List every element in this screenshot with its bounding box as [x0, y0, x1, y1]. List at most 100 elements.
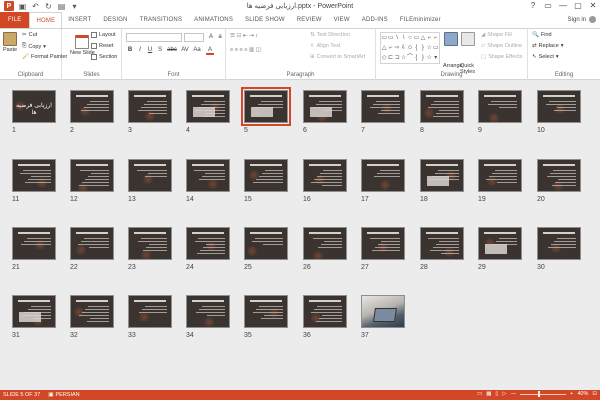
- sign-in-link[interactable]: Sign in: [568, 16, 596, 23]
- section-button[interactable]: Section: [91, 54, 117, 60]
- tab-review[interactable]: REVIEW: [291, 12, 328, 28]
- reading-view-icon[interactable]: ▯: [495, 391, 498, 397]
- minimize-button[interactable]: —: [558, 1, 568, 10]
- character-spacing-button[interactable]: AV: [180, 47, 190, 55]
- tab-file[interactable]: FILE: [0, 12, 30, 28]
- slide-thumbnail[interactable]: [128, 295, 172, 328]
- slide-thumbnail[interactable]: [303, 295, 347, 328]
- shape-effects-button[interactable]: ▢ Shape Effects: [481, 54, 522, 60]
- slide-thumbnail[interactable]: [478, 227, 522, 260]
- slide-thumbnail[interactable]: [128, 227, 172, 260]
- slide-sorter-view-icon[interactable]: ▦: [486, 391, 491, 397]
- zoom-level[interactable]: 40%: [577, 391, 588, 397]
- text-direction-button[interactable]: ⇅ Text Direction: [310, 32, 350, 38]
- start-from-beginning-icon[interactable]: ▤: [57, 2, 66, 11]
- tab-insert[interactable]: INSERT: [62, 12, 97, 28]
- slide-thumbnail[interactable]: [420, 159, 464, 192]
- slide-thumbnail[interactable]: [478, 90, 522, 123]
- slide-thumbnail[interactable]: [537, 159, 581, 192]
- undo-icon[interactable]: ↶: [31, 2, 40, 11]
- slide-thumbnail[interactable]: [478, 159, 522, 192]
- slide-thumbnail[interactable]: [70, 295, 114, 328]
- paste-button[interactable]: Paste: [3, 32, 17, 53]
- shapes-gallery[interactable]: ▭ ▭ \ \ ○ ▭ △ ⌐ ⌐ △ ⌐ ⇨ ⇩ ✩{} ☆ ▭ ◇ ⊏ ⊐ ☆ ⌒{} ☆ ▾: [380, 32, 440, 64]
- cut-button[interactable]: ✂ Cut: [22, 32, 37, 38]
- slide-thumbnail[interactable]: [303, 159, 347, 192]
- quick-styles-button[interactable]: Quick Styles: [460, 63, 482, 75]
- grow-font-icon[interactable]: A: [207, 34, 215, 42]
- slide-thumbnail[interactable]: [361, 159, 405, 192]
- slide-thumbnail[interactable]: [537, 90, 581, 123]
- copy-dropdown-icon[interactable]: ▾: [43, 44, 46, 50]
- slide-thumbnail[interactable]: [128, 159, 172, 192]
- strikethrough-button[interactable]: abc: [166, 47, 178, 55]
- font-size-combobox[interactable]: [184, 33, 204, 42]
- select-dropdown-icon[interactable]: ▾: [556, 54, 559, 60]
- shape-outline-button[interactable]: ▱ Shape Outline: [481, 43, 522, 49]
- alignment-buttons[interactable]: ≡ ≡ ≡ ≡ ▥ ◫: [230, 47, 261, 53]
- shrink-font-icon[interactable]: a: [216, 34, 224, 42]
- normal-view-icon[interactable]: ▭: [477, 391, 482, 397]
- fit-to-window-icon[interactable]: ⊡: [592, 391, 597, 397]
- redo-icon[interactable]: ↻: [44, 2, 53, 11]
- change-case-button[interactable]: Aa: [192, 47, 202, 55]
- copy-button[interactable]: ⎘ Copy ▾: [22, 43, 46, 50]
- zoom-in-button[interactable]: +: [570, 391, 573, 397]
- ribbon-display-button[interactable]: ▭: [543, 1, 553, 10]
- tab-add-ins[interactable]: ADD-INS: [356, 12, 394, 28]
- bold-button[interactable]: B: [126, 47, 134, 55]
- shape-gallery-item[interactable]: ▭: [433, 43, 439, 53]
- slide-thumbnail[interactable]: [70, 227, 114, 260]
- shape-gallery-item[interactable]: ⌐: [433, 33, 439, 43]
- tab-view[interactable]: VIEW: [328, 12, 356, 28]
- slide-thumbnail[interactable]: [241, 87, 291, 126]
- layout-button[interactable]: Layout: [91, 32, 116, 38]
- slide-thumbnail[interactable]: [128, 90, 172, 123]
- tab-design[interactable]: DESIGN: [97, 12, 133, 28]
- font-family-combobox[interactable]: [126, 33, 182, 42]
- slide-thumbnail[interactable]: [12, 227, 56, 260]
- tab-fileminimizer[interactable]: FILEminimizer: [394, 12, 447, 28]
- tab-animations[interactable]: ANIMATIONS: [188, 12, 239, 28]
- language-status[interactable]: ▣ PERSIAN: [48, 392, 79, 398]
- shadow-button[interactable]: S: [156, 47, 164, 55]
- save-icon[interactable]: ▣: [18, 2, 27, 11]
- find-button[interactable]: 🔍 Find: [532, 32, 552, 38]
- italic-button[interactable]: I: [136, 47, 144, 55]
- arrange-icon-btn[interactable]: [444, 32, 458, 46]
- slide-thumbnail[interactable]: [361, 90, 405, 123]
- shape-fill-button[interactable]: ◢ Shape Fill: [481, 32, 512, 38]
- slide-thumbnail[interactable]: [244, 159, 288, 192]
- slide-thumbnail[interactable]: ارزیابی فرضیه ها: [12, 90, 56, 123]
- close-button[interactable]: ✕: [588, 1, 598, 10]
- slide-thumbnail[interactable]: [70, 90, 114, 123]
- slide-thumbnail[interactable]: [186, 227, 230, 260]
- replace-dropdown-icon[interactable]: ▾: [561, 43, 564, 49]
- slide-thumbnail[interactable]: [303, 227, 347, 260]
- font-color-button[interactable]: A: [206, 47, 214, 55]
- select-button[interactable]: ↖ Select ▾: [532, 54, 559, 60]
- slide-thumbnail[interactable]: [244, 295, 288, 328]
- align-text-button[interactable]: ⇳ Align Text: [310, 43, 340, 49]
- slide-thumbnail[interactable]: [70, 159, 114, 192]
- tab-home[interactable]: HOME: [29, 12, 63, 28]
- shape-gallery-item[interactable]: ▾: [433, 53, 439, 63]
- slide-thumbnail[interactable]: [361, 227, 405, 260]
- underline-button[interactable]: U: [146, 47, 154, 55]
- tab-transitions[interactable]: TRANSITIONS: [134, 12, 189, 28]
- slide-thumbnail[interactable]: [186, 90, 230, 123]
- slide-thumbnail[interactable]: [12, 159, 56, 192]
- slide-thumbnail[interactable]: [361, 295, 405, 328]
- quick-styles-icon-btn[interactable]: [461, 32, 475, 46]
- slide-thumbnail[interactable]: [12, 295, 56, 328]
- slide-thumbnail[interactable]: [186, 159, 230, 192]
- bullets-button[interactable]: ☰ ☷ ⇤ ⇥ ↕: [230, 33, 258, 39]
- format-painter-button[interactable]: 🖌 Format Painter: [22, 54, 67, 60]
- zoom-slider[interactable]: [520, 390, 567, 397]
- reset-button[interactable]: Reset: [91, 43, 113, 49]
- zoom-slider-thumb[interactable]: [537, 390, 540, 397]
- slide-thumbnail[interactable]: [420, 90, 464, 123]
- slide-thumbnail[interactable]: [303, 90, 347, 123]
- help-button[interactable]: ?: [528, 1, 538, 10]
- slideshow-view-icon[interactable]: ▷: [502, 391, 506, 397]
